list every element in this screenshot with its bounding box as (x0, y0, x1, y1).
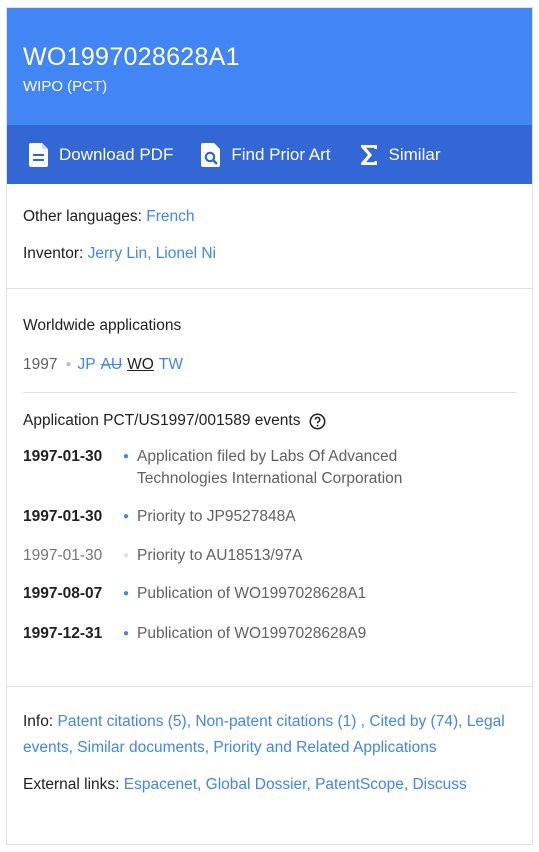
document-search-icon (199, 142, 223, 168)
download-pdf-label: Download PDF (59, 144, 174, 164)
help-icon[interactable] (309, 413, 326, 430)
espacenet-link[interactable]: Espacenet (124, 776, 197, 793)
event-description: Priority to JP9527848A (137, 508, 296, 525)
worldwide-applications-title: Worldwide applications (23, 317, 182, 334)
find-prior-art-button[interactable]: Find Prior Art (199, 142, 331, 168)
event-date: 1997-01-30 (23, 547, 103, 564)
event-date: 1997-12-31 (23, 625, 103, 642)
inventor-link[interactable]: Jerry Lin (88, 245, 147, 262)
event-description: Publication of WO1997028628A1 (137, 585, 367, 602)
inventor-row: Inventor: Jerry Lin, Lionel Ni (23, 244, 516, 264)
country-link-au[interactable]: AU (101, 355, 123, 375)
event-description: Priority to AU18513/97A (137, 547, 303, 564)
events-list: 1997-01-30 ● Application filed by Labs O… (23, 446, 516, 653)
country-link-wo[interactable]: WO (127, 355, 154, 375)
patent-header: WO1997028628A1 WIPO (PCT) (7, 8, 532, 125)
metadata-section: Other languages: French Inventor: Jerry … (7, 184, 532, 289)
priority-related-applications-link[interactable]: Priority and Related Applications (213, 739, 436, 756)
patent-citations-link[interactable]: Patent citations (5) (57, 713, 186, 730)
patent-summary-card: WO1997028628A1 WIPO (PCT) Download PDF F… (6, 7, 533, 845)
find-prior-art-label: Find Prior Art (231, 144, 331, 164)
event-bullet-icon: ● (123, 628, 130, 639)
action-toolbar: Download PDF Find Prior Art Similar (7, 125, 532, 184)
sigma-icon (357, 142, 381, 168)
event-date: 1997-01-30 (23, 508, 103, 525)
global-dossier-link[interactable]: Global Dossier (206, 776, 307, 793)
event-bullet-icon: ● (123, 550, 130, 561)
non-patent-citations-link[interactable]: Non-patent citations (1) (195, 713, 356, 730)
event-description: Application filed by Labs Of Advanced Te… (137, 448, 403, 487)
separator-dot: ● (65, 359, 72, 370)
event-bullet-icon: ● (123, 511, 130, 522)
event-date: 1997-01-30 (23, 448, 103, 465)
similar-documents-link[interactable]: Similar documents (77, 739, 205, 756)
country-link-tw[interactable]: TW (159, 355, 183, 375)
events-title: Application PCT/US1997/001589 events (23, 412, 301, 429)
country-link-jp[interactable]: JP (78, 355, 96, 375)
download-pdf-button[interactable]: Download PDF (27, 142, 173, 168)
country-timeline: 1997 ● JP AU WO TW (23, 355, 516, 393)
inventor-label: Inventor: (23, 245, 84, 262)
event-row: 1997-01-30 ● Priority to AU18513/97A (23, 545, 516, 583)
event-row: 1997-01-30 ● Application filed by Labs O… (23, 446, 516, 506)
event-row: 1997-01-30 ● Priority to JP9527848A (23, 506, 516, 545)
pdf-document-icon (27, 142, 51, 168)
event-bullet-icon: ● (123, 451, 130, 462)
event-row: 1997-12-31 ● Publication of WO1997028628… (23, 623, 516, 653)
event-description: Publication of WO1997028628A9 (137, 625, 367, 642)
similar-label: Similar (388, 144, 441, 164)
patent-office: WIPO (PCT) (23, 78, 108, 95)
info-label: Info: (23, 713, 54, 730)
event-bullet-icon: ● (123, 588, 130, 599)
external-links-row: External links: Espacenet, Global Dossie… (23, 776, 467, 793)
publication-number: WO1997028628A1 (23, 43, 240, 71)
other-languages-row: Other languages: French (23, 207, 516, 227)
external-links-label: External links: (23, 776, 120, 793)
similar-button[interactable]: Similar (357, 142, 441, 168)
language-link-french[interactable]: French (146, 208, 194, 225)
inventor-link[interactable]: Lionel Ni (156, 245, 216, 262)
worldwide-applications-section: Worldwide applications 1997 ● JP AU WO T… (7, 289, 532, 687)
application-year: 1997 (23, 356, 58, 373)
info-links-row: Info: Patent citations (5), Non-patent c… (23, 713, 505, 756)
patentscope-link[interactable]: PatentScope (315, 776, 404, 793)
discuss-link[interactable]: Discuss (412, 776, 466, 793)
events-header: Application PCT/US1997/001589 events (23, 411, 516, 431)
other-languages-label: Other languages: (23, 208, 142, 225)
event-row: 1997-08-07 ● Publication of WO1997028628… (23, 583, 516, 623)
event-date: 1997-08-07 (23, 585, 103, 602)
info-section: Info: Patent citations (5), Non-patent c… (7, 687, 532, 798)
cited-by-link[interactable]: Cited by (74) (369, 713, 458, 730)
inventor-separator: , (147, 245, 156, 262)
